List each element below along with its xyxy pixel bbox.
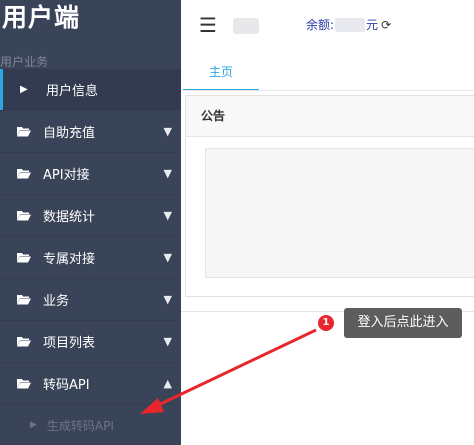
sidebar-item-stats[interactable]: 数据统计 ▼ (0, 195, 181, 237)
balance-value-redacted (335, 17, 366, 32)
sidebar-item-label: 项目列表 (43, 336, 96, 351)
sidebar-item-label: 专属对接 (43, 252, 96, 267)
sidebar-item-label: 转码API (43, 378, 90, 393)
balance-prefix: 余额: (306, 18, 335, 32)
folder-open-icon (17, 336, 35, 347)
sidebar-item-dedicated[interactable]: 专属对接 ▼ (0, 237, 181, 279)
submenu-item-generate-transcode-api[interactable]: ▶ 生成转码API (0, 405, 181, 445)
chevron-up-icon: ▲ (163, 377, 172, 390)
chevron-down-icon: ▼ (163, 251, 172, 264)
sidebar-item-label: 自助充值 (43, 126, 96, 141)
chevron-down-icon: ▼ (163, 167, 172, 180)
tab-divider (181, 90, 474, 91)
sidebar-item-label: API对接 (43, 168, 90, 183)
step-number-badge: 1 (318, 315, 334, 331)
chevron-down-icon: ▼ (163, 125, 172, 138)
sidebar-item-transcode-api[interactable]: 转码API ▲ (0, 363, 181, 405)
sidebar-item-label: 数据统计 (43, 210, 96, 225)
announcement-content (205, 148, 474, 278)
sidebar-item-projects[interactable]: 项目列表 ▼ (0, 321, 181, 363)
panel-title: 公告 (186, 96, 474, 137)
active-indicator (0, 69, 3, 110)
balance-display: 余额: 元 ⟳ (306, 16, 391, 33)
folder-open-icon (17, 378, 35, 389)
caret-right-icon: ▶ (20, 84, 28, 95)
sidebar-item-label: 业务 (43, 294, 70, 309)
folder-open-icon (17, 168, 35, 179)
submenu-item-label: 生成转码API (46, 418, 114, 433)
sidebar-item-user-info[interactable]: ▶ 用户信息 (0, 69, 181, 111)
tab-home[interactable]: 主页 (183, 55, 259, 91)
announcement-panel: 公告 (185, 95, 474, 297)
app-title: 用户端 (2, 3, 81, 32)
chevron-down-icon: ▼ (163, 335, 172, 348)
hamburger-icon[interactable]: ☰ (199, 13, 217, 37)
sidebar-item-business[interactable]: 业务 ▼ (0, 279, 181, 321)
refresh-icon[interactable]: ⟳ (381, 18, 391, 32)
caret-right-icon: ▶ (30, 420, 37, 430)
sidebar: 用户端 用户业务 ▶ 用户信息 自助充值 ▼ API对接 ▼ 数据统计 ▼ 专属… (0, 0, 181, 445)
folder-open-icon (17, 210, 35, 221)
chevron-down-icon: ▼ (163, 209, 172, 222)
balance-suffix: 元 (366, 18, 379, 32)
annotation-tooltip: 登入后点此进入 (344, 308, 462, 338)
sidebar-item-recharge[interactable]: 自助充值 ▼ (0, 111, 181, 153)
sidebar-menu: ▶ 用户信息 自助充值 ▼ API对接 ▼ 数据统计 ▼ 专属对接 ▼ 业务 ▼… (0, 69, 181, 445)
sidebar-item-api[interactable]: API对接 ▼ (0, 153, 181, 195)
folder-open-icon (17, 294, 35, 305)
avatar (233, 18, 259, 34)
sidebar-section-title: 用户业务 (0, 55, 49, 69)
folder-open-icon (17, 126, 35, 137)
sidebar-item-label: 用户信息 (46, 84, 99, 99)
chevron-down-icon: ▼ (163, 293, 172, 306)
folder-open-icon (17, 252, 35, 263)
